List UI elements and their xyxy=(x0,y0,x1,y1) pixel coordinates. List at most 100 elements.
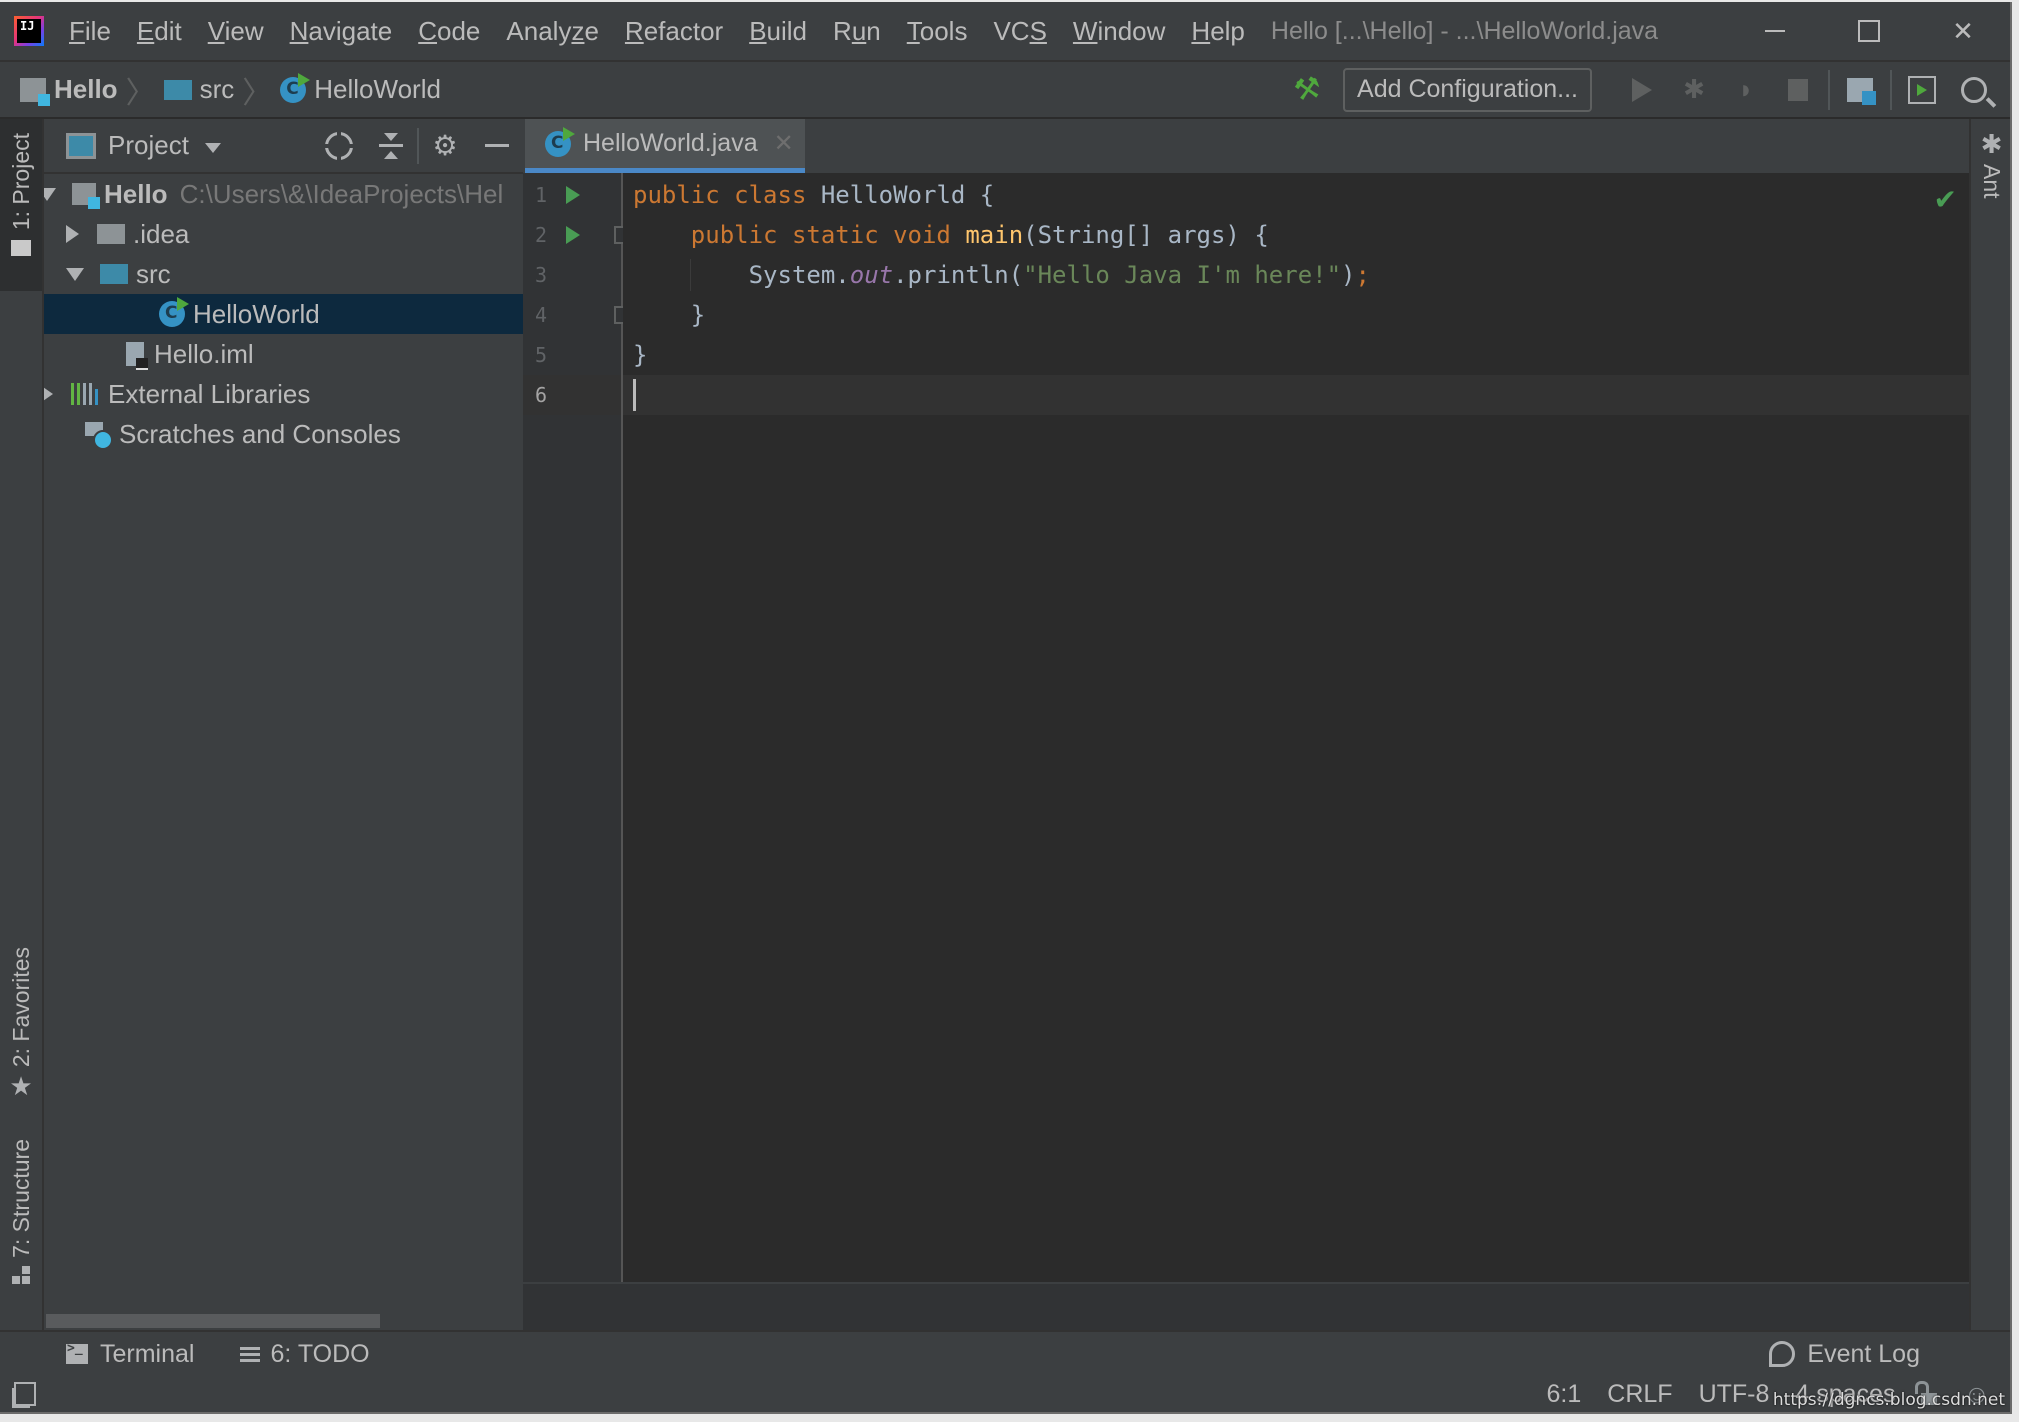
expand-arrow-icon[interactable] xyxy=(44,385,53,403)
menu-help[interactable]: Help xyxy=(1191,16,1244,47)
gutter-line: 5 xyxy=(523,335,621,375)
tab-label: HelloWorld.java xyxy=(583,129,758,157)
breadcrumb-separator: 〉 xyxy=(125,76,156,110)
close-tab-icon[interactable]: ✕ xyxy=(774,129,794,158)
collapse-all-icon xyxy=(379,132,403,159)
menu-edit[interactable]: Edit xyxy=(137,16,182,47)
toolbar-separator xyxy=(1828,69,1830,110)
breadcrumb-src[interactable]: src 〉 xyxy=(163,68,281,112)
tab-ant[interactable]: ✱ Ant xyxy=(1971,119,2010,199)
event-log-icon xyxy=(1769,1341,1796,1367)
expand-arrow-icon[interactable] xyxy=(44,187,56,201)
run-gutter-icon[interactable] xyxy=(566,186,580,204)
run-anything-icon xyxy=(1908,75,1936,104)
line-number: 5 xyxy=(534,343,547,367)
project-tree: Hello C:\Users\&\IdeaProjects\Hel .idea … xyxy=(44,174,523,454)
terminal-tab[interactable]: Terminal xyxy=(66,1340,194,1369)
menu-build[interactable]: Build xyxy=(749,16,807,47)
tab-project[interactable]: 1: Project xyxy=(0,119,42,291)
code-line[interactable]: public class HelloWorld { xyxy=(623,175,1969,215)
chevron-down-icon[interactable] xyxy=(204,142,221,153)
menu-tools[interactable]: Tools xyxy=(907,16,968,47)
project-view-selector[interactable]: Project xyxy=(108,130,189,161)
code-line[interactable]: public static void main(String[] args) { xyxy=(623,215,1969,255)
line-number: 1 xyxy=(534,183,547,207)
collapse-all-button[interactable] xyxy=(365,119,417,172)
maximize-button[interactable] xyxy=(1822,2,1916,60)
menu-run[interactable]: Run xyxy=(833,16,881,47)
editor-footer xyxy=(523,1282,1969,1332)
menu-file[interactable]: File xyxy=(69,16,111,47)
toggle-tool-windows-icon[interactable] xyxy=(14,1382,36,1406)
tree-item-idea[interactable]: .idea xyxy=(44,214,523,254)
line-separator[interactable]: CRLF xyxy=(1607,1380,1672,1409)
coverage-button[interactable]: ◗ xyxy=(1720,70,1772,110)
project-panel-tools: ⚙ xyxy=(313,119,523,172)
tree-item-src[interactable]: src xyxy=(44,254,523,294)
bottom-tool-bar: Terminal 6: TODO Event Log xyxy=(0,1330,2010,1378)
search-everywhere-button[interactable] xyxy=(1948,70,2000,110)
code-editor[interactable]: ✔ public class HelloWorld { public stati… xyxy=(623,173,1969,1282)
todo-tab[interactable]: 6: TODO xyxy=(240,1340,370,1369)
coverage-icon: ◗ xyxy=(1738,74,1754,104)
terminal-label: Terminal xyxy=(100,1339,195,1368)
run-button[interactable] xyxy=(1616,70,1668,110)
close-button[interactable]: ✕ xyxy=(1916,2,2010,60)
project-structure-button[interactable] xyxy=(1834,70,1886,110)
menu-navigate[interactable]: Navigate xyxy=(290,16,393,47)
event-log-tab[interactable]: Event Log xyxy=(1769,1340,1920,1369)
code-line[interactable]: } xyxy=(623,335,1969,375)
tree-item-external-libraries[interactable]: External Libraries xyxy=(44,374,523,414)
editor-tab-helloworld[interactable]: HelloWorld.java ✕ xyxy=(525,119,805,173)
build-hammer-icon[interactable]: ⚒ xyxy=(1291,70,1324,109)
breadcrumb-helloworld[interactable]: HelloWorld xyxy=(280,72,441,105)
tree-item-scratches[interactable]: Scratches and Consoles xyxy=(44,414,523,454)
menu-vcs[interactable]: VCS xyxy=(993,16,1046,47)
menu-analyze[interactable]: Analyze xyxy=(506,16,599,47)
stop-button[interactable] xyxy=(1772,70,1824,110)
tree-item-hello[interactable]: Hello C:\Users\&\IdeaProjects\Hel xyxy=(44,174,523,214)
menu-window[interactable]: Window xyxy=(1073,16,1165,47)
menu-refactor[interactable]: Refactor xyxy=(625,16,723,47)
menu-view[interactable]: View xyxy=(208,16,264,47)
horizontal-scrollbar[interactable] xyxy=(46,1314,380,1328)
tree-item-hello-iml[interactable]: Hello.iml xyxy=(44,334,523,374)
add-configuration-button[interactable]: Add Configuration... xyxy=(1343,67,1592,112)
line-number: 2 xyxy=(534,223,547,247)
code-line[interactable]: } xyxy=(623,295,1969,335)
minimize-button[interactable] xyxy=(1728,2,1822,60)
event-log-label: Event Log xyxy=(1807,1339,1920,1368)
caret-position[interactable]: 6:1 xyxy=(1547,1380,1582,1409)
tab-favorites[interactable]: 2: Favorites ★ xyxy=(0,947,42,1127)
project-panel-header: Project ⚙ xyxy=(44,119,523,174)
scratches-icon xyxy=(85,422,113,450)
code-line[interactable] xyxy=(623,375,1969,415)
run-gutter-icon[interactable] xyxy=(566,226,580,244)
menu-code[interactable]: Code xyxy=(418,16,480,47)
file-encoding[interactable]: UTF-8 xyxy=(1699,1380,1770,1409)
tab-structure[interactable]: 7: Structure xyxy=(0,1139,42,1319)
run-anything-button[interactable] xyxy=(1896,70,1948,110)
navigation-bar: Hello 〉 src 〉 HelloWorld ⚒ Add Configura… xyxy=(0,62,2010,119)
maximize-icon xyxy=(1858,20,1880,42)
tree-item-helloworld[interactable]: HelloWorld xyxy=(44,294,523,334)
tree-item-label: Hello.iml xyxy=(154,338,254,369)
locate-file-button[interactable] xyxy=(313,119,365,172)
minimize-panel-icon xyxy=(485,144,509,147)
search-icon xyxy=(1961,76,1987,103)
code-line[interactable]: System.out.println("Hello Java I'm here!… xyxy=(623,255,1969,295)
window-title: Hello [...\Hello] - ...\HelloWorld.java xyxy=(1270,16,1659,45)
source-folder-icon xyxy=(163,79,192,100)
java-class-icon xyxy=(545,126,575,157)
debug-button[interactable]: ✱ xyxy=(1668,70,1720,110)
toolbar-separator xyxy=(1890,69,1892,110)
expand-arrow-icon[interactable] xyxy=(66,267,84,281)
expand-arrow-icon[interactable] xyxy=(66,225,79,243)
intellij-logo-icon[interactable]: IJ xyxy=(14,16,44,46)
line-number: 6 xyxy=(534,383,547,407)
gutter-line: 3 xyxy=(523,255,621,295)
editor-tab-bar: HelloWorld.java ✕ xyxy=(523,119,1969,174)
settings-button[interactable]: ⚙ xyxy=(419,119,471,172)
hide-panel-button[interactable] xyxy=(471,119,523,172)
breadcrumb-hello[interactable]: Hello 〉 xyxy=(20,68,164,112)
